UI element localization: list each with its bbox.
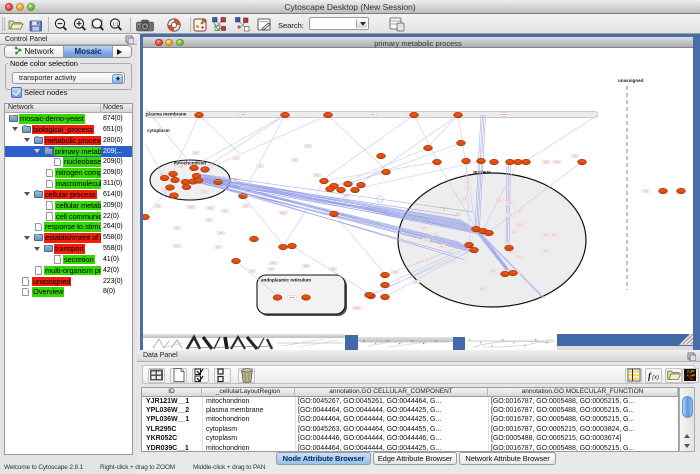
svg-text:1:1: 1:1 [112, 21, 119, 26]
svg-text:(x): (x) [652, 375, 659, 381]
svg-text:cytoplasm: cytoplasm [147, 128, 170, 133]
svg-text:plasma membrane: plasma membrane [146, 112, 187, 117]
svg-text:endoplasmic reticulum: endoplasmic reticulum [261, 278, 311, 283]
svg-text:unassigned: unassigned [618, 78, 644, 83]
